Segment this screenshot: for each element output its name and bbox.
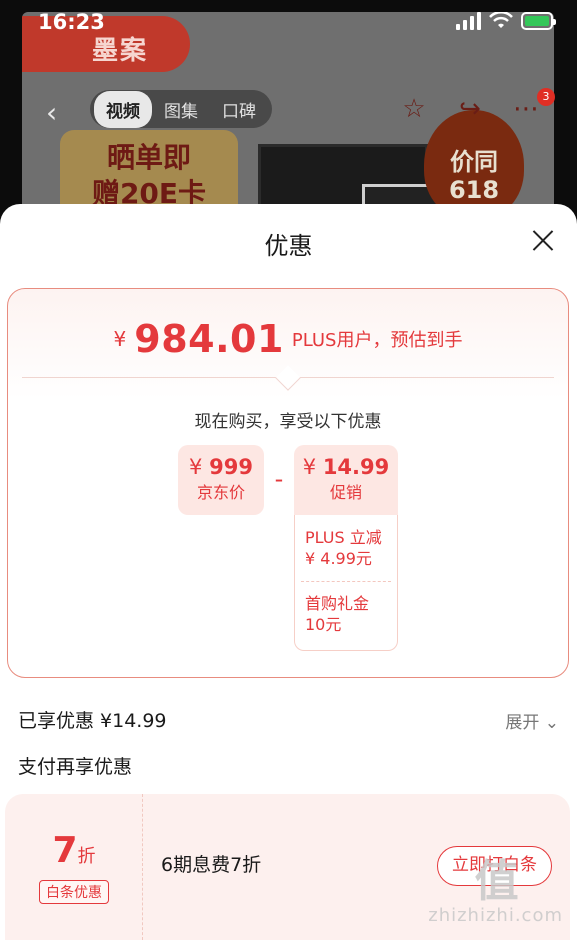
final-price-note: PLUS用户，预估到手 — [291, 330, 463, 351]
seal-line-1: 价同 — [450, 148, 498, 176]
promotion-details: PLUS 立减 ¥ 4.99元 首购礼金 10元 — [294, 515, 398, 651]
seal-line-2: 618 — [448, 176, 500, 204]
promo-line-1: 晒单即 — [106, 141, 191, 174]
list-price-card: ¥ 999 京东价 — [178, 445, 264, 515]
promotion-card: ¥ 14.99 促销 — [294, 445, 398, 515]
minus-operator: - — [274, 465, 284, 493]
screen: 墨案 晒单即 赠20E卡 价同 618 ‹ 视频 图集 口碑 ☆ ↪ ⋯ 3 1… — [0, 0, 577, 940]
site-watermark: 值 zhizhizhi.com — [428, 856, 563, 927]
chevron-down-icon: ⌄ — [539, 713, 559, 733]
discount-value: 7折 — [52, 830, 96, 871]
status-time: 16:23 — [38, 10, 105, 34]
discount-sheet: 优惠 ¥984.01 PLUS用户，预估到手 现在购买，享受以下优惠 ¥ 999 … — [0, 204, 577, 940]
first-purchase-gift-item: 首购礼金 10元 — [305, 594, 370, 634]
discount-tag: 白条优惠 — [39, 880, 109, 904]
sheet-title: 优惠 — [264, 232, 313, 260]
close-icon[interactable] — [531, 228, 555, 252]
payment-offer-description: 6期息费7折 — [161, 854, 262, 876]
promotion-label: 促销 — [329, 483, 362, 502]
now-buy-text: 现在购买，享受以下优惠 — [194, 412, 382, 432]
notification-badge: 3 — [537, 88, 555, 106]
price-summary-card: ¥984.01 PLUS用户，预估到手 现在购买，享受以下优惠 ¥ 999 京东价… — [7, 288, 569, 678]
back-arrow-icon[interactable]: ‹ — [46, 96, 57, 129]
divider-notch — [275, 365, 301, 391]
list-price-label: 京东价 — [196, 483, 245, 502]
tab-reviews[interactable]: 口碑 — [210, 91, 268, 128]
share-icon[interactable]: ↪ — [455, 94, 485, 124]
cellular-signal-icon — [456, 12, 481, 30]
expand-button[interactable]: 展开 ⌄ — [505, 708, 559, 733]
enjoyed-discount: 已享优惠 ¥14.99 — [18, 710, 167, 732]
final-price: ¥984.01 PLUS用户，预估到手 — [8, 317, 568, 361]
status-bar: 16:23 — [0, 0, 577, 46]
tab-video[interactable]: 视频 — [94, 90, 152, 128]
watermark-logo: 值 — [474, 856, 519, 907]
pay-section-title: 支付再享优惠 — [18, 756, 133, 778]
plus-discount-item: PLUS 立减 ¥ 4.99元 — [305, 528, 382, 568]
final-price-currency: ¥ — [113, 327, 127, 351]
promotion-value: ¥ 14.99 — [302, 455, 390, 479]
watermark-url: zhizhizhi.com — [428, 905, 563, 926]
media-tabs: 视频 图集 口碑 — [90, 90, 272, 128]
list-price-value: ¥ 999 — [189, 455, 253, 479]
top-actions: ☆ ↪ ⋯ — [399, 94, 541, 124]
wifi-icon — [489, 12, 513, 28]
final-price-value: 984.01 — [134, 317, 284, 361]
detail-separator — [301, 581, 391, 582]
favorite-star-icon[interactable]: ☆ — [399, 94, 429, 124]
payment-offer-badge: 7折 白条优惠 — [5, 794, 143, 940]
battery-icon — [521, 12, 556, 30]
tab-gallery[interactable]: 图集 — [152, 91, 210, 128]
status-icons — [456, 12, 556, 30]
